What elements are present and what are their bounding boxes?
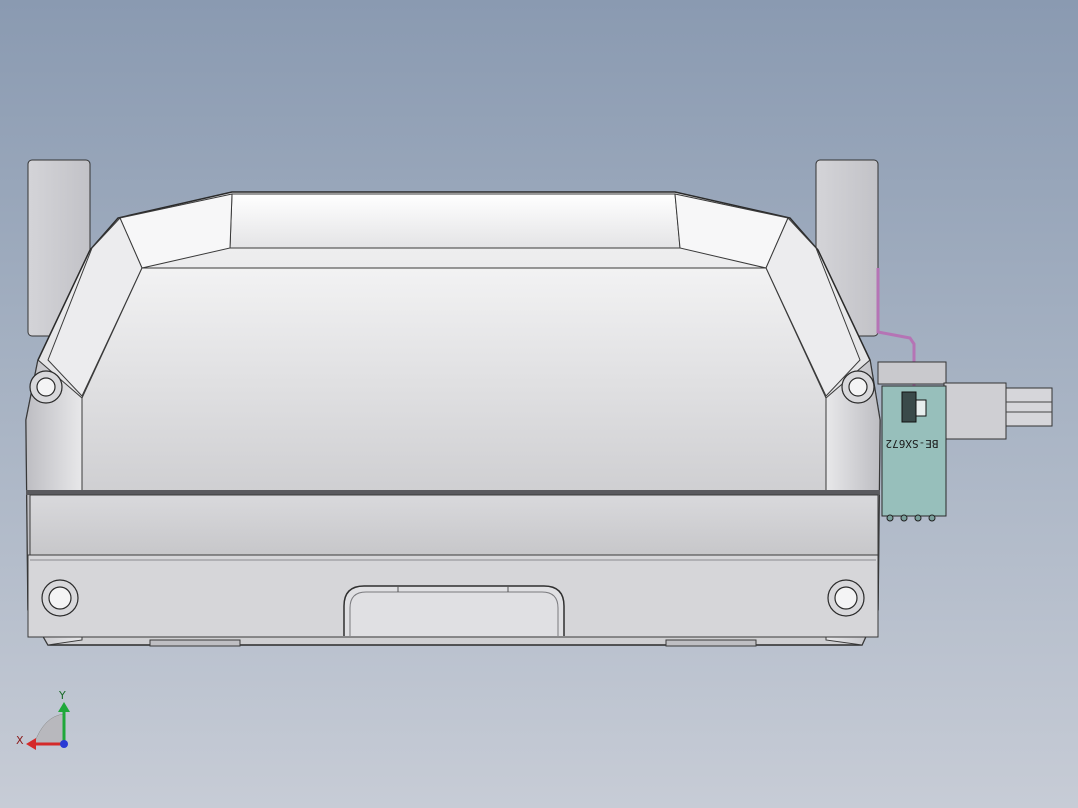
screw-bottom-left[interactable]	[41, 579, 79, 617]
connector-assembly[interactable]: BE-SX672	[876, 268, 1053, 522]
triad-z-axis	[60, 740, 68, 748]
left-foot	[149, 639, 241, 647]
connector-bracket	[877, 361, 947, 385]
connector-plug[interactable]	[1005, 387, 1053, 427]
front-handle-cutout[interactable]	[343, 585, 565, 636]
front-face[interactable]	[81, 267, 827, 493]
housing-parting-line	[26, 490, 880, 495]
screw-top-right[interactable]	[841, 370, 875, 404]
top-face[interactable]	[229, 193, 681, 249]
screw-bottom-right[interactable]	[827, 579, 865, 617]
screw-top-left[interactable]	[29, 370, 63, 404]
right-foot	[665, 639, 757, 647]
cad-scene[interactable]: BE-SX672 Y X	[0, 0, 1078, 808]
triad-y-label: Y	[58, 689, 66, 702]
triad-x-label: X	[16, 734, 24, 747]
terminal-latch[interactable]	[901, 391, 917, 423]
connector-label: BE-SX672	[886, 437, 939, 450]
orientation-triad[interactable]: Y X	[16, 689, 70, 750]
terminal-latch-notch	[915, 399, 927, 417]
triad-base	[33, 713, 65, 745]
lower-housing-band[interactable]	[29, 494, 879, 556]
connector-body-grey	[943, 382, 1007, 440]
cad-viewport[interactable]: BE-SX672 Y X	[0, 0, 1078, 808]
triad-x-arrow	[26, 738, 36, 750]
triad-y-arrow	[58, 702, 70, 712]
